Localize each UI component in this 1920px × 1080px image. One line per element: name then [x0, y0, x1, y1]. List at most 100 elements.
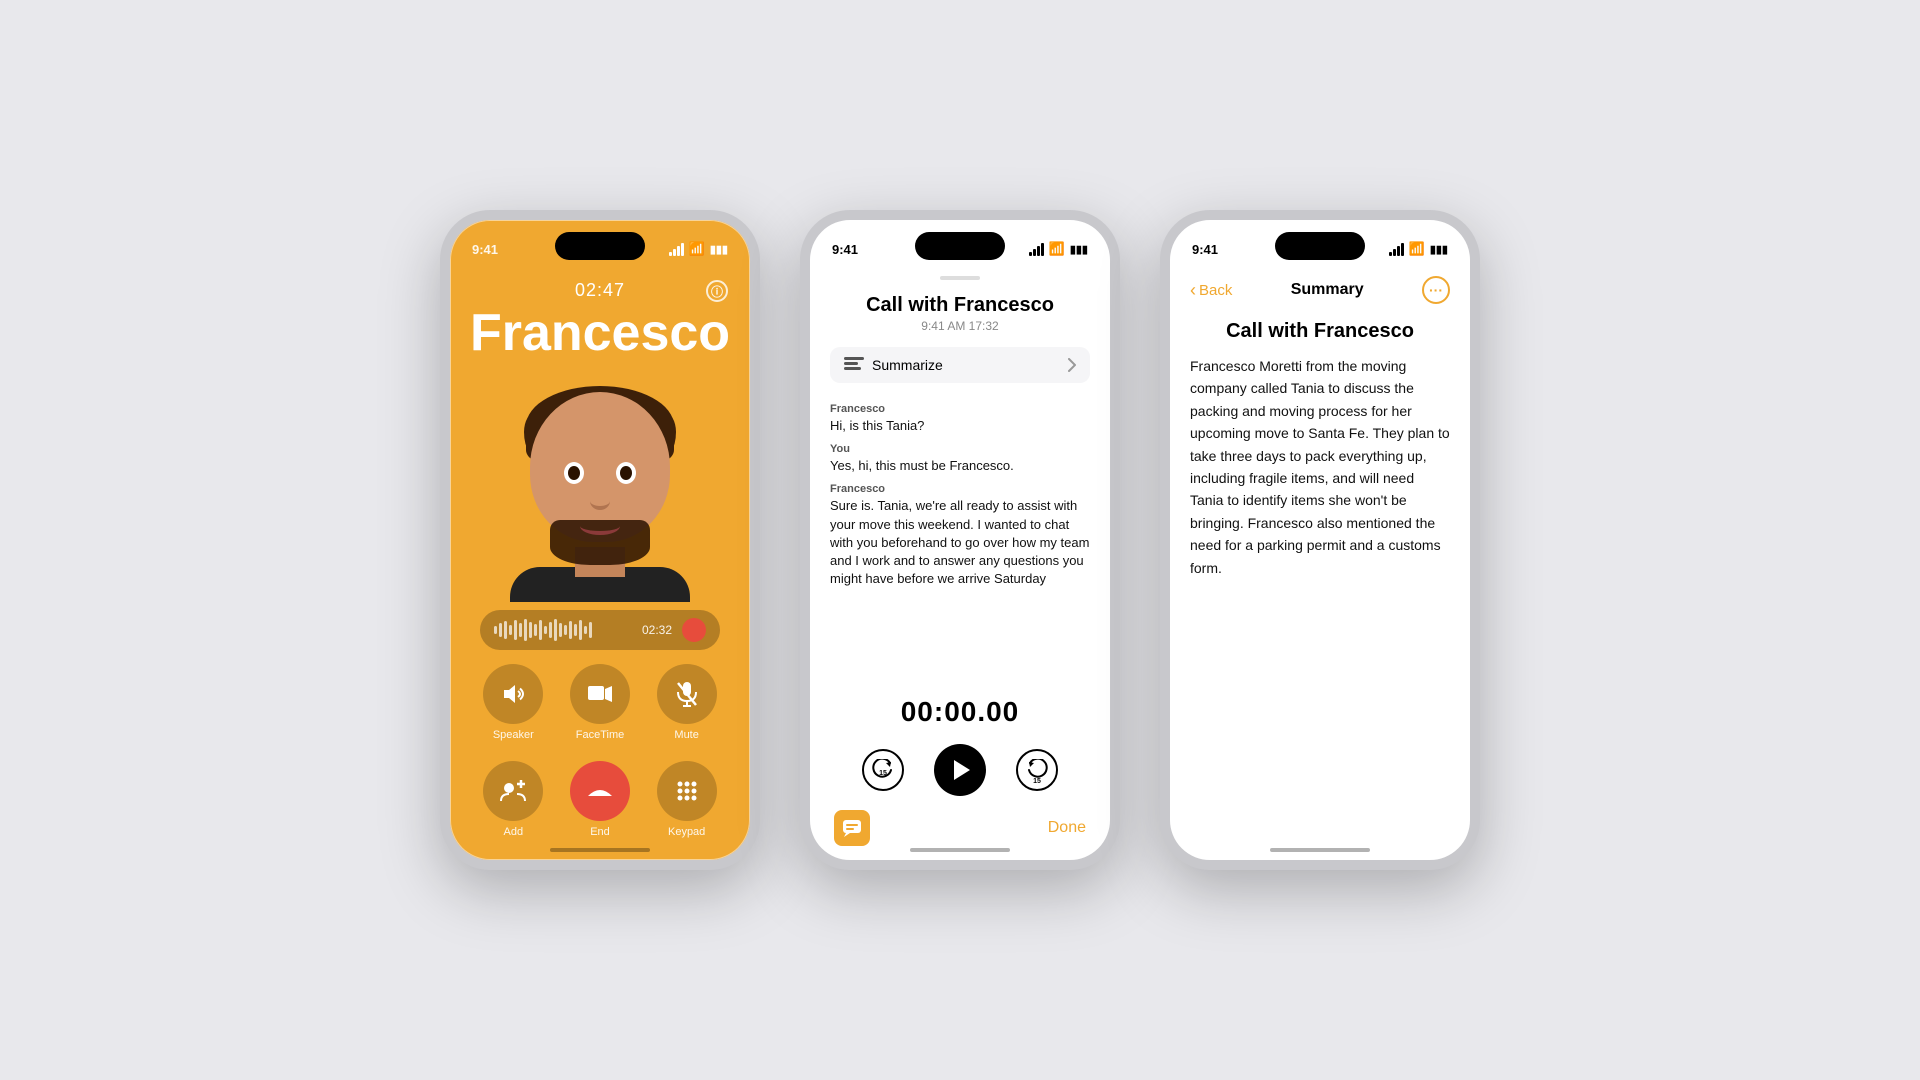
speaker-button[interactable]: Speaker [483, 664, 543, 741]
summarize-icon [844, 357, 864, 373]
skip-back-label: 15 [879, 770, 887, 785]
facetime-label: FaceTime [576, 729, 625, 741]
signal-bar-2 [673, 249, 676, 256]
status-time-3: 9:41 [1192, 242, 1218, 257]
signal-bars-2 [1029, 243, 1044, 256]
add-button[interactable]: Add [483, 761, 543, 838]
wave-line [499, 623, 502, 637]
wave-line [564, 625, 567, 635]
call-content: ⓘ 02:47 Francesco [450, 270, 750, 860]
recording-subtitle: 9:41 AM 17:32 [830, 319, 1090, 333]
info-icon[interactable]: ⓘ [706, 280, 728, 302]
chevron-right-icon [1068, 358, 1076, 372]
battery-icon-3: ▮▮▮ [1430, 243, 1448, 256]
caller-name: Francesco [470, 305, 730, 362]
home-indicator-3 [1270, 848, 1370, 852]
summary-nav: ‹ Back Summary ··· [1190, 270, 1450, 310]
ellipsis-icon: ··· [1429, 282, 1443, 298]
end-call-button[interactable]: End [570, 761, 630, 838]
playback-timer: 00:00.00 [830, 696, 1090, 728]
back-label: Back [1199, 282, 1232, 299]
end-label: End [590, 826, 610, 838]
skip-forward-circle: 15 [1016, 749, 1058, 791]
transcript-text-3: Sure is. Tania, we're all ready to assis… [830, 497, 1090, 588]
signal-bar-1 [669, 252, 672, 256]
skip-forward-button[interactable]: 15 [1016, 749, 1058, 791]
keypad-button[interactable]: Keypad [657, 761, 717, 838]
wifi-icon-1: 📶 [689, 241, 705, 257]
status-icons-1: 📶 ▮▮▮ [669, 241, 728, 257]
mute-icon [657, 664, 717, 724]
signal-bar [1389, 252, 1392, 256]
wave-line [514, 620, 517, 640]
home-indicator-2 [910, 848, 1010, 852]
recording-title: Call with Francesco [830, 294, 1090, 317]
wave-line [589, 622, 592, 638]
keypad-label: Keypad [668, 826, 705, 838]
waveform-visual [494, 618, 632, 642]
summary-text: Francesco Moretti from the moving compan… [1190, 355, 1450, 579]
wave-line [519, 623, 522, 637]
chat-icon-button[interactable] [834, 810, 870, 846]
speaker-name-2: You [830, 443, 1090, 455]
status-time-1: 9:41 [472, 242, 498, 257]
end-call-icon [570, 761, 630, 821]
wave-line [544, 626, 547, 634]
memoji-figure [500, 372, 700, 592]
summary-title: Call with Francesco [1190, 320, 1450, 343]
mute-button[interactable]: Mute [657, 664, 717, 741]
call-controls: Speaker FaceTime [470, 664, 730, 838]
wave-line [569, 621, 572, 639]
controls-row-1: Speaker FaceTime [470, 664, 730, 741]
drag-handle [940, 276, 980, 280]
phone-recording: 9:41 📶 ▮▮▮ Call with Francesco 9:41 AM 1… [800, 210, 1120, 870]
wave-line [539, 620, 542, 640]
back-chevron-icon: ‹ [1190, 280, 1196, 301]
wave-line [494, 626, 497, 634]
keypad-icon [657, 761, 717, 821]
wave-line [509, 625, 512, 635]
wave-line [574, 624, 577, 636]
add-label: Add [504, 826, 524, 838]
dynamic-island-3 [1275, 232, 1365, 260]
transcript-text-1: Hi, is this Tania? [830, 417, 1090, 435]
wave-line [529, 622, 532, 638]
wave-line [584, 626, 587, 634]
skip-back-button[interactable]: 15 [862, 749, 904, 791]
wave-line [534, 624, 537, 636]
signal-bar [1393, 249, 1396, 256]
avatar [490, 372, 710, 602]
summarize-button[interactable]: Summarize [830, 347, 1090, 383]
wifi-icon-3: 📶 [1409, 241, 1425, 257]
wifi-icon-2: 📶 [1049, 241, 1065, 257]
facetime-button[interactable]: FaceTime [570, 664, 630, 741]
play-button[interactable] [934, 744, 986, 796]
add-icon [483, 761, 543, 821]
call-timer: 02:47 [575, 280, 625, 301]
wave-line [549, 622, 552, 638]
done-button[interactable]: Done [1048, 819, 1086, 837]
speaker-icon [483, 664, 543, 724]
signal-bar [1037, 246, 1040, 256]
skip-forward-label: 15 [1033, 778, 1041, 785]
memoji-pupil-left [568, 466, 580, 480]
status-time-2: 9:41 [832, 242, 858, 257]
wave-line [524, 619, 527, 641]
back-button[interactable]: ‹ Back [1190, 280, 1232, 301]
transcript-text-2: Yes, hi, this must be Francesco. [830, 457, 1090, 475]
mute-label: Mute [674, 729, 698, 741]
record-button[interactable] [682, 618, 706, 642]
wave-line [579, 620, 582, 640]
battery-icon-1: ▮▮▮ [710, 243, 728, 256]
status-icons-3: 📶 ▮▮▮ [1389, 241, 1448, 257]
summary-nav-title: Summary [1291, 281, 1364, 299]
more-options-button[interactable]: ··· [1422, 276, 1450, 304]
speaker-label: Speaker [493, 729, 534, 741]
transcript-section: Francesco Hi, is this Tania? You Yes, hi… [830, 395, 1090, 686]
battery-icon-2: ▮▮▮ [1070, 243, 1088, 256]
home-indicator-1 [550, 848, 650, 852]
signal-bar [1041, 243, 1044, 256]
facetime-icon [570, 664, 630, 724]
recording-content: Call with Francesco 9:41 AM 17:32 Summar… [810, 270, 1110, 860]
waveform-bar: 02:32 [480, 610, 720, 650]
